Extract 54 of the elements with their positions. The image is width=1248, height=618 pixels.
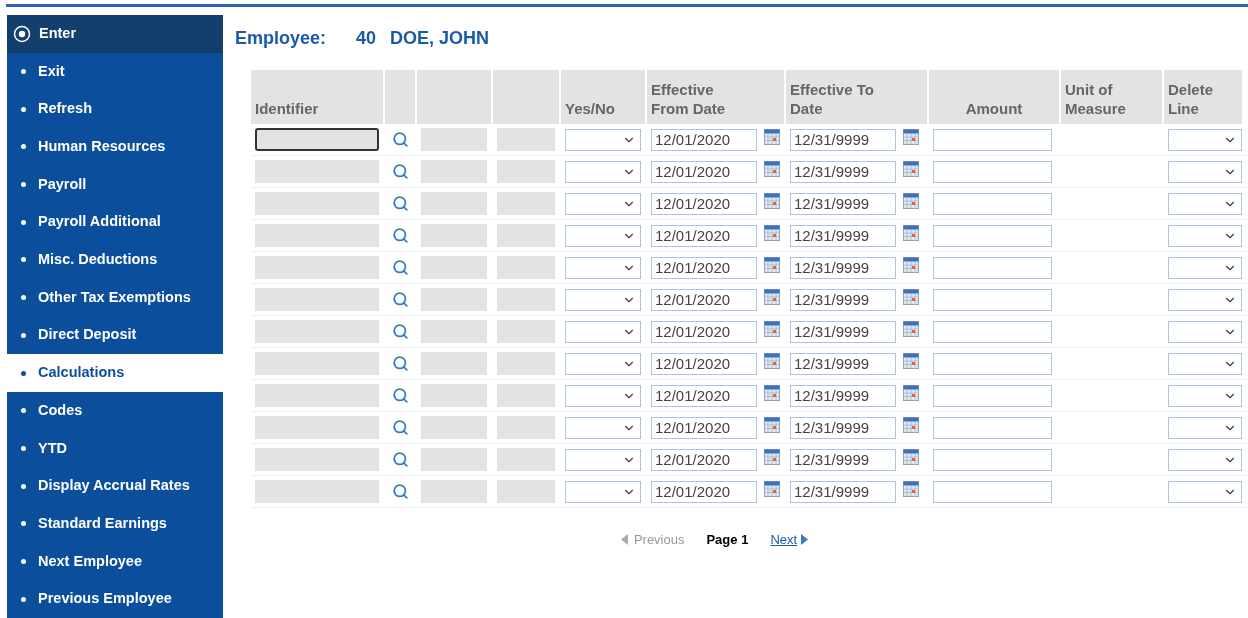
next-link[interactable]: Next	[770, 530, 809, 550]
column-header: Effective From Date	[647, 70, 784, 124]
date-field[interactable]: 12/31/9999	[790, 288, 896, 311]
date-field[interactable]: 12/31/9999	[790, 160, 896, 183]
date-field[interactable]: 12/31/9999	[790, 320, 896, 343]
date-field[interactable]: 12/01/2020	[651, 416, 757, 439]
date-field[interactable]: 12/01/2020	[651, 352, 757, 375]
sidebar-label: Standard Earnings	[38, 513, 167, 533]
sidebar-label: Refresh	[38, 99, 92, 119]
column-header: Delete Line	[1164, 70, 1242, 124]
date-field[interactable]: 12/01/2020	[651, 448, 757, 471]
date-field[interactable]: 12/31/9999	[790, 448, 896, 471]
date-field[interactable]: 12/31/9999	[790, 128, 896, 151]
sidebar-label: Other Tax Exemptions	[38, 287, 191, 307]
date-field[interactable]: 12/01/2020	[651, 256, 757, 279]
date-field[interactable]: 12/01/2020	[651, 384, 757, 407]
date-field[interactable]: 12/01/2020	[651, 224, 757, 247]
sidebar-label: Direct Deposit	[38, 325, 137, 345]
date-field[interactable]: 12/01/2020	[651, 320, 757, 343]
date-field[interactable]: 12/01/2020	[651, 128, 757, 151]
column-header: Effective To Date	[786, 70, 927, 124]
sidebar-label: Exit	[38, 61, 65, 81]
column-header: Yes/No	[561, 70, 645, 124]
column-header: Unit of Measure	[1061, 70, 1162, 124]
sidebar-label: Display Accrual Rates	[38, 476, 190, 496]
date-field[interactable]: 12/01/2020	[651, 192, 757, 215]
date-field[interactable]: 12/31/9999	[790, 256, 896, 279]
sidebar-item[interactable]: Enter	[7, 15, 223, 53]
date-field[interactable]: 12/01/2020	[651, 160, 757, 183]
date-field[interactable]: 12/01/2020	[651, 480, 757, 503]
sidebar-label: Calculations	[38, 363, 125, 383]
date-field[interactable]: 12/31/9999	[790, 384, 896, 407]
employee-label: Employee:	[235, 27, 327, 50]
sidebar-item[interactable]: Calculations	[7, 354, 223, 392]
sidebar-label: Enter	[39, 23, 77, 43]
date-field[interactable]: 12/31/9999	[790, 192, 896, 215]
page-number: Page 1	[706, 531, 749, 549]
employee-name: DOE, JOHN	[390, 27, 490, 50]
column-header: Amount	[929, 70, 1059, 124]
sidebar-label: Previous Employee	[38, 589, 172, 609]
sidebar-label: Next Employee	[38, 551, 142, 571]
date-field[interactable]: 12/31/9999	[790, 224, 896, 247]
sidebar-label: Payroll	[38, 174, 87, 194]
sidebar-label: Misc. Deductions	[38, 250, 158, 270]
column-header: Identifier	[251, 70, 383, 124]
sidebar-label: Codes	[38, 400, 83, 420]
date-field[interactable]: 12/31/9999	[790, 416, 896, 439]
sidebar-label: Payroll Additional	[38, 212, 161, 232]
date-field[interactable]: 12/01/2020	[651, 288, 757, 311]
sidebar-label: YTD	[38, 438, 67, 458]
date-field[interactable]: 12/31/9999	[790, 352, 896, 375]
employee-number: 40	[356, 27, 377, 50]
date-field[interactable]: 12/31/9999	[790, 480, 896, 503]
sidebar-label: Human Resources	[38, 137, 166, 157]
